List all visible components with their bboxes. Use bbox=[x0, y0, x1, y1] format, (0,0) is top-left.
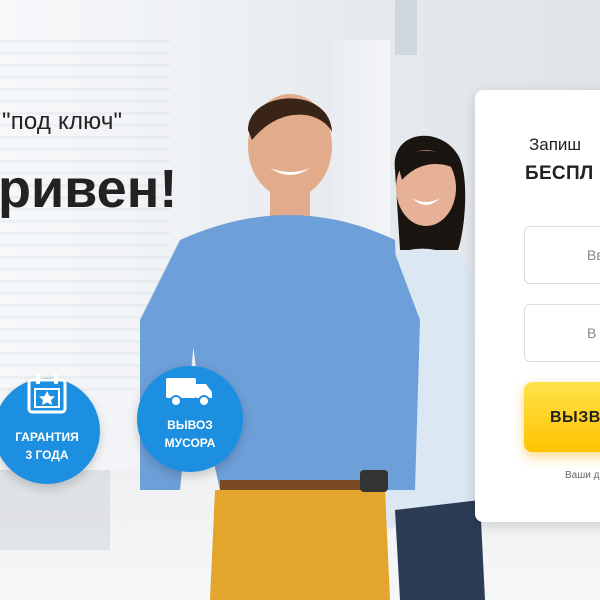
man-figure bbox=[140, 94, 420, 600]
callback-form-card: Запиш БЕСПЛ Вв В ВЫЗВ Ваши д bbox=[475, 90, 600, 522]
landing-hero: "под ключ" ривен! ГАРАНТИЯ 3 ГОДА ВЫВОЗ … bbox=[0, 0, 600, 600]
form-title-line2: БЕСПЛ bbox=[525, 163, 594, 184]
hero-subtitle: "под ключ" bbox=[2, 108, 123, 135]
call-request-button[interactable]: ВЫЗВ bbox=[524, 382, 600, 452]
couple-photo bbox=[140, 94, 485, 600]
name-input-placeholder: Вв bbox=[587, 247, 600, 263]
phone-input-placeholder: В bbox=[587, 325, 597, 341]
calendar-star-icon bbox=[25, 372, 69, 421]
warranty-badge: ГАРАНТИЯ 3 ГОДА bbox=[0, 374, 100, 484]
form-title-line1: Запиш bbox=[529, 135, 582, 154]
truck-icon bbox=[164, 370, 216, 415]
background-ac-unit bbox=[395, 0, 417, 55]
waste-removal-label-line2: МУСОРА bbox=[164, 436, 216, 450]
waste-removal-badge: ВЫВОЗ МУСОРА bbox=[137, 366, 243, 472]
warranty-label-line1: ГАРАНТИЯ bbox=[15, 430, 79, 444]
name-input[interactable]: Вв bbox=[524, 226, 600, 284]
waste-removal-label-line1: ВЫВОЗ bbox=[167, 418, 213, 432]
privacy-note: Ваши д bbox=[565, 470, 600, 481]
call-request-button-label: ВЫЗВ bbox=[550, 409, 600, 426]
warranty-label-line2: 3 ГОДА bbox=[25, 448, 69, 462]
phone-input[interactable]: В bbox=[524, 304, 600, 362]
